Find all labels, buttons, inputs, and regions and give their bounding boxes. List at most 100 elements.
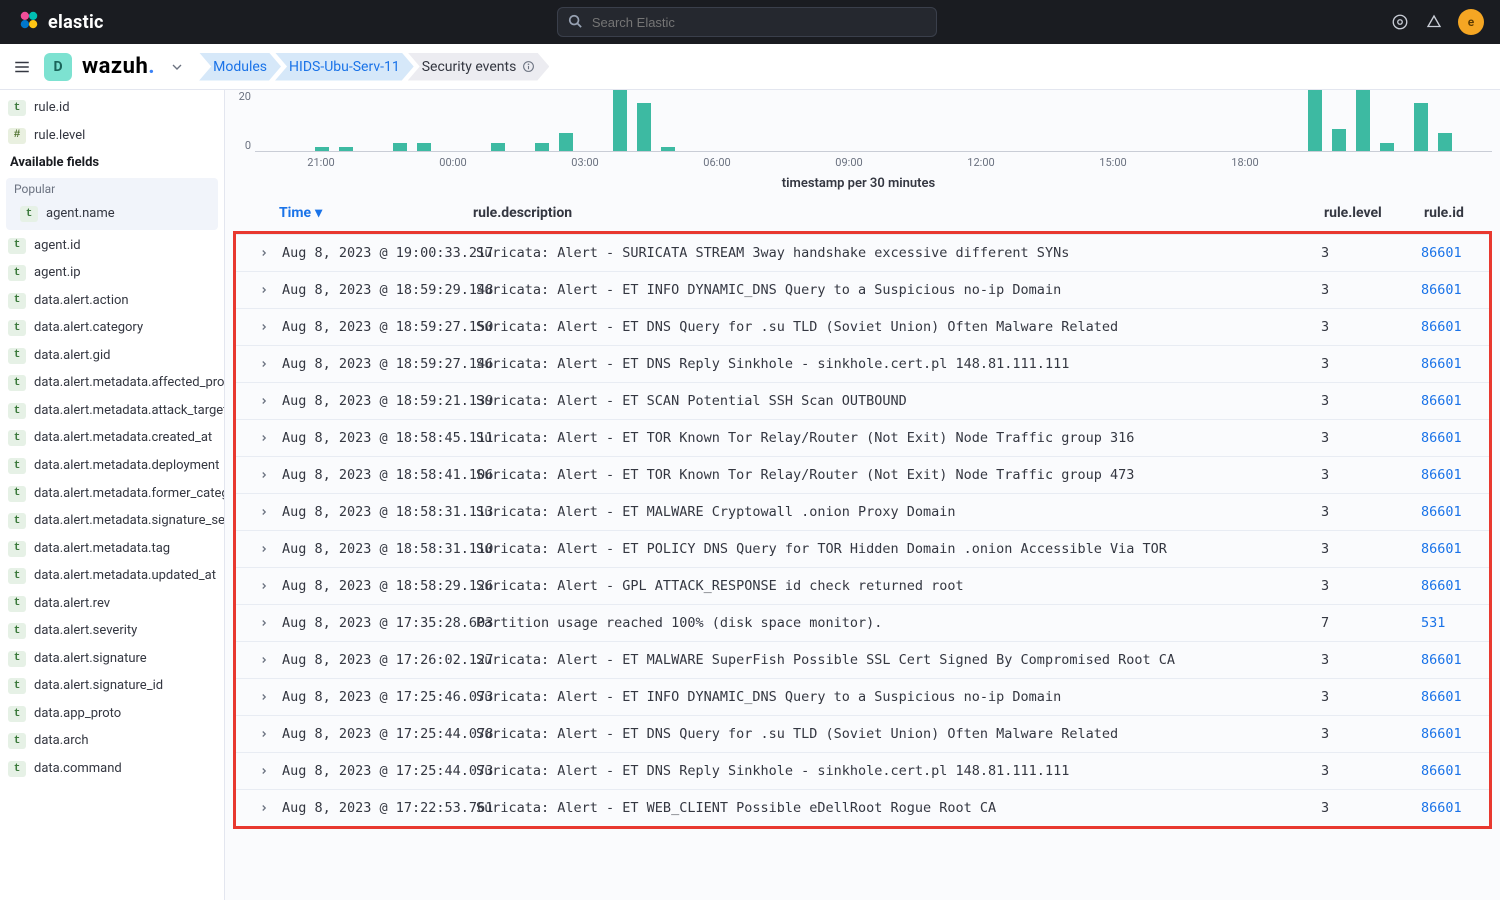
expand-row-icon[interactable] [246, 542, 282, 557]
app-title[interactable]: wazuh. [82, 54, 155, 79]
table-row[interactable]: Aug 8, 2023 @ 18:59:27.146Suricata: Aler… [236, 345, 1489, 382]
table-row[interactable]: Aug 8, 2023 @ 18:58:31.110Suricata: Aler… [236, 530, 1489, 567]
info-icon[interactable] [522, 60, 535, 73]
cell-rule-id[interactable]: 86601 [1421, 652, 1479, 668]
chevron-down-icon[interactable] [165, 55, 189, 79]
field-item[interactable]: tdata.alert.severity [0, 617, 224, 645]
table-row[interactable]: Aug 8, 2023 @ 18:59:29.148Suricata: Aler… [236, 271, 1489, 308]
histogram-bar[interactable] [315, 147, 329, 151]
expand-row-icon[interactable] [246, 357, 282, 372]
expand-row-icon[interactable] [246, 579, 282, 594]
expand-row-icon[interactable] [246, 246, 282, 261]
expand-row-icon[interactable] [246, 616, 282, 631]
histogram-chart[interactable]: Co 20 0 [225, 90, 1500, 197]
field-item[interactable]: tdata.alert.metadata.signature_severity [0, 507, 224, 535]
table-row[interactable]: Aug 8, 2023 @ 18:58:29.126Suricata: Aler… [236, 567, 1489, 604]
cell-rule-id[interactable]: 86601 [1421, 689, 1479, 705]
cell-rule-id[interactable]: 86601 [1421, 356, 1479, 372]
histogram-bar[interactable] [491, 143, 505, 151]
table-row[interactable]: Aug 8, 2023 @ 17:25:46.073Suricata: Aler… [236, 678, 1489, 715]
histogram-bar[interactable] [1356, 90, 1370, 151]
table-row[interactable]: Aug 8, 2023 @ 17:22:53.761Suricata: Aler… [236, 789, 1489, 826]
expand-row-icon[interactable] [246, 431, 282, 446]
cell-rule-id[interactable]: 86601 [1421, 726, 1479, 742]
cell-rule-id[interactable]: 86601 [1421, 578, 1479, 594]
expand-row-icon[interactable] [246, 468, 282, 483]
field-item[interactable]: tdata.alert.metadata.created_at [0, 424, 224, 452]
field-item[interactable]: tdata.alert.action [0, 287, 224, 315]
histogram-bar[interactable] [661, 147, 675, 151]
expand-row-icon[interactable] [246, 283, 282, 298]
cell-rule-id[interactable]: 86601 [1421, 319, 1479, 335]
cell-rule-id[interactable]: 86601 [1421, 467, 1479, 483]
expand-row-icon[interactable] [246, 801, 282, 816]
help-icon[interactable] [1424, 12, 1444, 32]
table-row[interactable]: Aug 8, 2023 @ 17:35:28.603Partition usag… [236, 604, 1489, 641]
news-icon[interactable] [1390, 12, 1410, 32]
chart-plot-area[interactable] [255, 90, 1492, 152]
column-header-time[interactable]: Time ▾ [279, 205, 473, 221]
expand-row-icon[interactable] [246, 394, 282, 409]
expand-row-icon[interactable] [246, 653, 282, 668]
nav-toggle-icon[interactable] [10, 55, 34, 79]
expand-row-icon[interactable] [246, 320, 282, 335]
space-selector[interactable]: D [44, 53, 72, 81]
field-item[interactable]: tdata.command [0, 755, 224, 783]
field-item[interactable]: tdata.alert.metadata.affected_product [0, 369, 224, 397]
cell-rule-id[interactable]: 86601 [1421, 541, 1479, 557]
breadcrumb-agent[interactable]: HIDS-Ubu-Serv-11 [275, 53, 414, 81]
table-row[interactable]: Aug 8, 2023 @ 18:58:31.113Suricata: Aler… [236, 493, 1489, 530]
field-item[interactable]: #rule.level [0, 122, 224, 150]
field-item[interactable]: tdata.alert.metadata.tag [0, 535, 224, 563]
histogram-bar[interactable] [393, 143, 407, 151]
field-item[interactable]: tdata.alert.metadata.attack_target [0, 397, 224, 425]
avatar[interactable]: e [1458, 9, 1484, 35]
histogram-bar[interactable] [535, 143, 549, 151]
histogram-bar[interactable] [613, 90, 627, 151]
table-row[interactable]: Aug 8, 2023 @ 18:58:45.111Suricata: Aler… [236, 419, 1489, 456]
histogram-bar[interactable] [1380, 143, 1394, 151]
column-header-rule-id[interactable]: rule.id [1424, 205, 1482, 221]
expand-row-icon[interactable] [246, 505, 282, 520]
cell-rule-id[interactable]: 531 [1421, 615, 1479, 631]
histogram-bar[interactable] [1332, 129, 1346, 151]
table-row[interactable]: Aug 8, 2023 @ 19:00:33.217Suricata: Aler… [236, 234, 1489, 271]
cell-rule-id[interactable]: 86601 [1421, 504, 1479, 520]
histogram-bar[interactable] [1308, 90, 1322, 151]
field-item[interactable]: tdata.arch [0, 727, 224, 755]
field-item[interactable]: trule.id [0, 94, 224, 122]
histogram-bar[interactable] [1438, 133, 1452, 151]
column-header-description[interactable]: rule.description [473, 205, 1324, 221]
field-item[interactable]: tagent.ip [0, 259, 224, 287]
table-row[interactable]: Aug 8, 2023 @ 18:59:27.150Suricata: Aler… [236, 308, 1489, 345]
breadcrumb-modules[interactable]: Modules [199, 53, 281, 81]
table-row[interactable]: Aug 8, 2023 @ 17:25:44.078Suricata: Aler… [236, 715, 1489, 752]
brand[interactable]: elastic [10, 9, 104, 35]
cell-rule-id[interactable]: 86601 [1421, 800, 1479, 816]
expand-row-icon[interactable] [246, 690, 282, 705]
field-item[interactable]: tdata.alert.category [0, 314, 224, 342]
field-item[interactable]: tdata.alert.signature [0, 645, 224, 673]
table-row[interactable]: Aug 8, 2023 @ 17:25:44.073Suricata: Aler… [236, 752, 1489, 789]
expand-row-icon[interactable] [246, 727, 282, 742]
field-item[interactable]: tdata.alert.rev [0, 590, 224, 618]
histogram-bar[interactable] [417, 143, 431, 151]
field-item[interactable]: tdata.alert.signature_id [0, 672, 224, 700]
table-row[interactable]: Aug 8, 2023 @ 18:58:41.106Suricata: Aler… [236, 456, 1489, 493]
field-item[interactable]: tagent.id [0, 232, 224, 260]
table-row[interactable]: Aug 8, 2023 @ 17:26:02.127Suricata: Aler… [236, 641, 1489, 678]
cell-rule-id[interactable]: 86601 [1421, 245, 1479, 261]
column-header-level[interactable]: rule.level [1324, 205, 1424, 221]
cell-rule-id[interactable]: 86601 [1421, 430, 1479, 446]
histogram-bar[interactable] [559, 133, 573, 151]
field-item[interactable]: tdata.alert.gid [0, 342, 224, 370]
global-search[interactable] [557, 7, 937, 37]
histogram-bar[interactable] [1414, 103, 1428, 151]
expand-row-icon[interactable] [246, 764, 282, 779]
histogram-bar[interactable] [637, 103, 651, 151]
field-item[interactable]: tagent.name [12, 200, 212, 228]
field-item[interactable]: tdata.app_proto [0, 700, 224, 728]
histogram-bar[interactable] [339, 147, 353, 151]
cell-rule-id[interactable]: 86601 [1421, 763, 1479, 779]
field-item[interactable]: tdata.alert.metadata.deployment [0, 452, 224, 480]
